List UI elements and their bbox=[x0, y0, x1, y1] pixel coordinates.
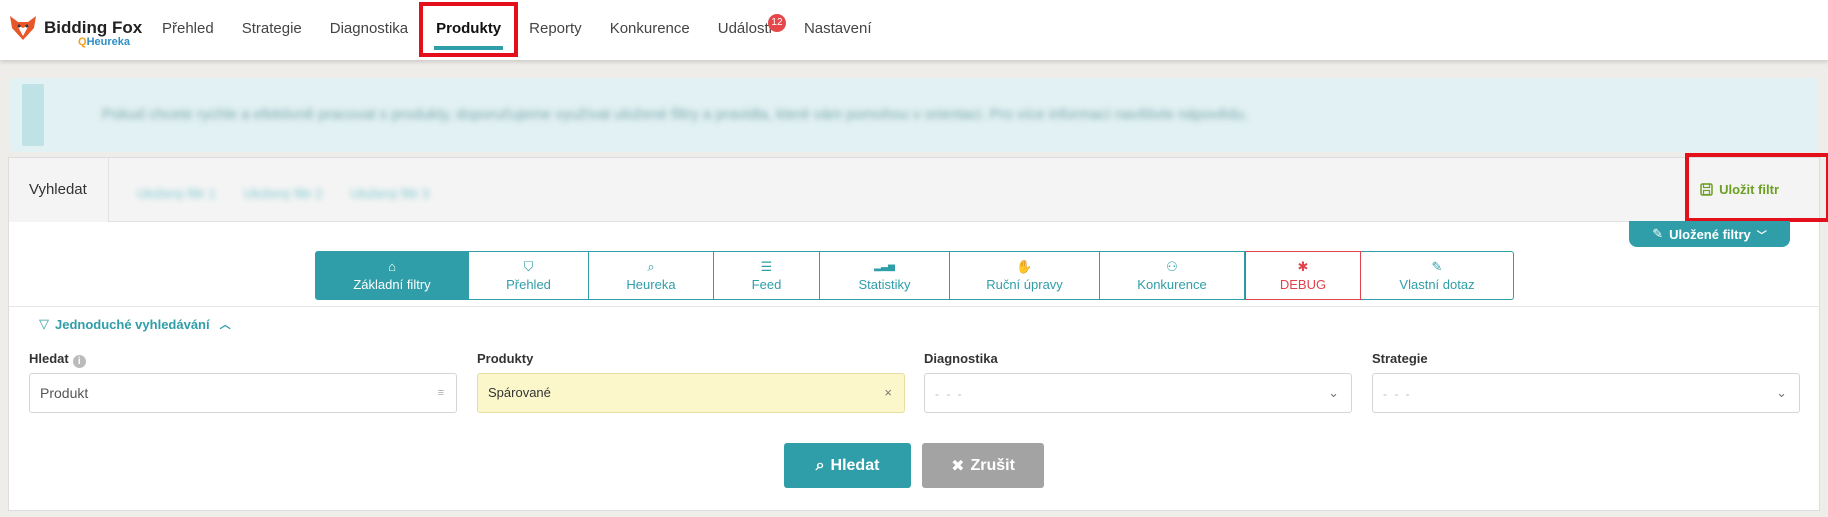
saved-filter-links: Uložený filtr 1 Uložený filtr 2 Uložený … bbox=[137, 186, 429, 201]
highlight-box-produkty bbox=[419, 2, 518, 57]
filter-tabs: ⌂ Základní filtry ⛉ Přehled ⌕ Heureka ☰ … bbox=[315, 251, 1514, 300]
clear-icon[interactable]: × bbox=[884, 374, 892, 412]
saved-filter-link[interactable]: Uložený filtr 3 bbox=[351, 186, 430, 201]
group-icon: ⚇ bbox=[1166, 259, 1178, 274]
saved-filters-dropdown[interactable]: ✎ Uložené filtry ﹀ bbox=[1629, 221, 1790, 247]
tab-rucni-upravy[interactable]: ✋ Ruční úpravy bbox=[950, 251, 1100, 300]
chevron-down-icon: ﹀ bbox=[1756, 230, 1767, 242]
tab-label: Základní filtry bbox=[353, 277, 431, 292]
search-header: Vyhledat Uložený filtr 1 Uložený filtr 2… bbox=[9, 153, 1828, 222]
search-input-placeholder: Produkt bbox=[40, 385, 89, 401]
list-icon: ≡ bbox=[437, 387, 444, 399]
search-input[interactable]: Produkt ≡ bbox=[29, 373, 457, 413]
diagnostika-value: - - - bbox=[935, 387, 964, 401]
saved-filters-label: Uložené filtry bbox=[1669, 226, 1751, 242]
search-button[interactable]: ⌕ Hledat bbox=[784, 443, 911, 488]
tab-label: Heureka bbox=[626, 277, 676, 292]
tab-label: DEBUG bbox=[1279, 277, 1327, 292]
produkty-label: Produkty bbox=[477, 351, 534, 366]
diagnostika-select[interactable]: - - - ⌄ bbox=[924, 373, 1352, 413]
tab-heureka[interactable]: ⌕ Heureka bbox=[589, 251, 714, 300]
tab-feed[interactable]: ☰ Feed bbox=[714, 251, 820, 300]
tab-vlastni-dotaz[interactable]: ✎ Vlastní dotaz bbox=[1361, 251, 1514, 300]
info-icon[interactable]: i bbox=[72, 355, 86, 368]
chevron-down-icon: ⌄ bbox=[1328, 385, 1339, 400]
tab-konkurence[interactable]: ⚇ Konkurence bbox=[1100, 251, 1245, 300]
home-icon: ⌂ bbox=[388, 259, 396, 274]
search-icon: ⌕ bbox=[647, 259, 655, 274]
close-icon: ✖ bbox=[951, 457, 965, 475]
chart-icon: ▂▃▅ bbox=[874, 261, 895, 271]
notification-badge: 12 bbox=[767, 14, 786, 32]
tab-label: Statistiky bbox=[858, 277, 911, 292]
info-banner-text: Pokud chcete rychle a efektivně pracovat… bbox=[102, 106, 1249, 123]
bug-icon: ✱ bbox=[1297, 259, 1309, 274]
fox-logo-icon bbox=[10, 16, 36, 40]
chevron-down-icon: ⌄ bbox=[1776, 385, 1787, 400]
tab-debug[interactable]: ✱ DEBUG bbox=[1245, 251, 1361, 300]
nav-item-diagnostika[interactable]: Diagnostika bbox=[316, 0, 422, 60]
saved-filter-link[interactable]: Uložený filtr 2 bbox=[244, 186, 323, 201]
tab-prehled[interactable]: ⛉ Přehled bbox=[469, 251, 589, 300]
tab-label: Ruční úpravy bbox=[986, 277, 1063, 292]
strategie-select[interactable]: - - - ⌄ bbox=[1372, 373, 1800, 413]
tab-zakladni-filtry[interactable]: ⌂ Základní filtry bbox=[315, 251, 469, 300]
chevron-up-icon: ︿ bbox=[219, 319, 231, 331]
diagnostika-label: Diagnostika bbox=[924, 351, 998, 366]
cancel-button-label: Zrušit bbox=[970, 456, 1015, 474]
list-icon: ☰ bbox=[760, 259, 773, 274]
simple-search-label: Jednoduché vyhledávání bbox=[55, 316, 210, 332]
tab-label: Feed bbox=[751, 277, 782, 292]
strategie-label: Strategie bbox=[1372, 351, 1428, 366]
tab-statistiky[interactable]: ▂▃▅ Statistiky bbox=[820, 251, 950, 300]
pencil-icon: ✎ bbox=[1652, 226, 1664, 241]
tab-label: Konkurence bbox=[1137, 277, 1207, 292]
search-button-label: Hledat bbox=[830, 456, 880, 474]
hand-icon: ✋ bbox=[1016, 259, 1033, 274]
saved-filter-link[interactable]: Uložený filtr 1 bbox=[137, 186, 216, 201]
search-icon: ⌕ bbox=[815, 456, 825, 474]
pencil-icon: ✎ bbox=[1431, 259, 1443, 274]
top-navigation-bar: Bidding Fox QHeureka Přehled Strategie D… bbox=[0, 0, 1828, 60]
logo[interactable]: Bidding Fox QHeureka bbox=[8, 12, 142, 52]
info-banner-accent bbox=[22, 84, 44, 146]
tab-label: Vlastní dotaz bbox=[1399, 277, 1475, 292]
nav-item-reporty[interactable]: Reporty bbox=[515, 0, 596, 60]
shield-icon: ⛉ bbox=[523, 259, 534, 274]
nav-item-nastaveni[interactable]: Nastavení bbox=[790, 0, 886, 60]
simple-search-toggle[interactable]: ▽ Jednoduché vyhledávání ︿ bbox=[39, 316, 231, 332]
search-header-label: Vyhledat bbox=[9, 158, 109, 222]
info-banner: Pokud chcete rychle a efektivně pracovat… bbox=[10, 78, 1818, 152]
cancel-button[interactable]: ✖ Zrušit bbox=[922, 443, 1044, 488]
nav-item-konkurence[interactable]: Konkurence bbox=[596, 0, 704, 60]
nav-item-prehled[interactable]: Přehled bbox=[148, 0, 228, 60]
hledat-label: Hledat i bbox=[29, 351, 86, 368]
logo-title: Bidding Fox bbox=[44, 18, 143, 37]
nav-item-strategie[interactable]: Strategie bbox=[228, 0, 316, 60]
nav-item-udalosti-label: Události bbox=[717, 20, 772, 37]
produkty-value: Spárované bbox=[488, 385, 551, 400]
nav-item-udalosti[interactable]: Události 12 bbox=[704, 0, 790, 60]
filter-icon: ▽ bbox=[39, 316, 49, 331]
highlight-box-save-filter bbox=[1685, 153, 1828, 222]
divider bbox=[9, 306, 1819, 307]
produkty-select[interactable]: Spárované × bbox=[477, 373, 905, 413]
search-panel: Vyhledat Uložený filtr 1 Uložený filtr 2… bbox=[8, 153, 1828, 511]
tab-label: Přehled bbox=[506, 277, 551, 292]
strategie-value: - - - bbox=[1383, 387, 1412, 401]
